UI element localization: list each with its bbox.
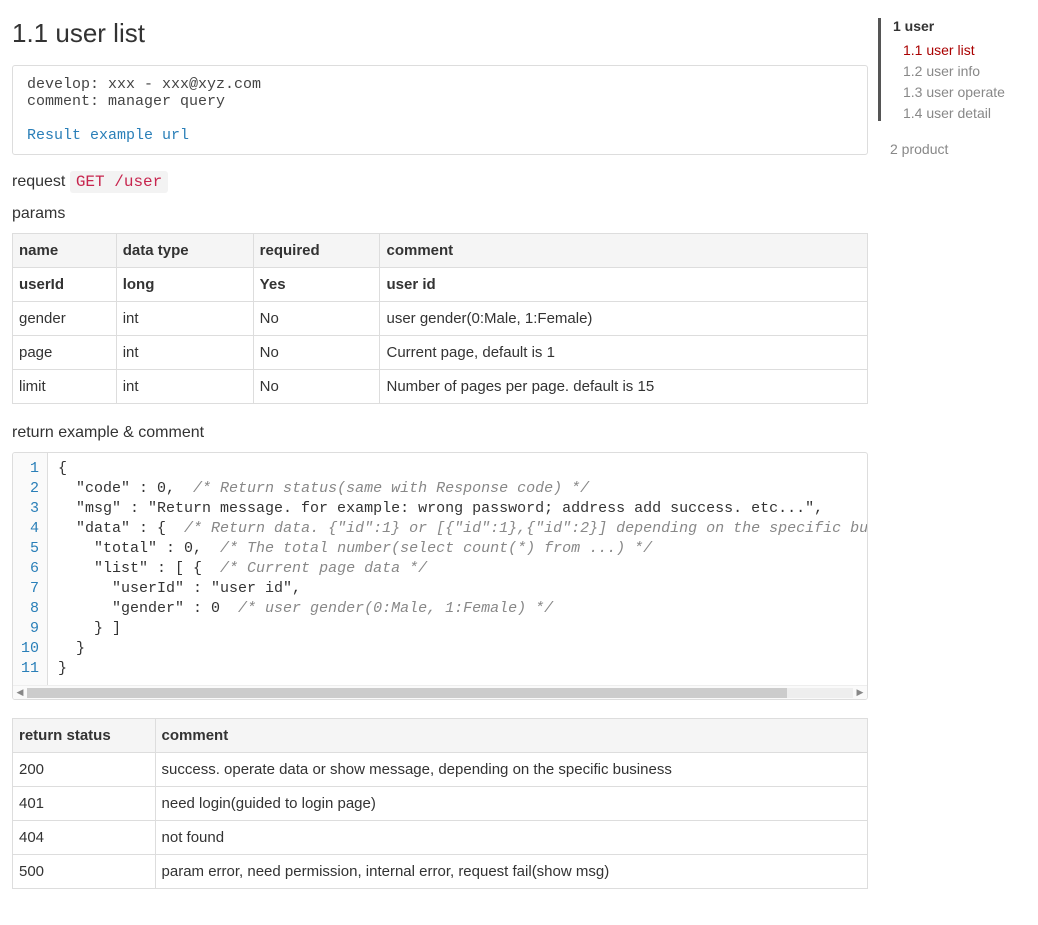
sidebar: 1 user 1.1 user list 1.2 user info 1.3 use… bbox=[878, 0, 1038, 919]
cell: user gender(0:Male, 1:Female) bbox=[380, 302, 868, 336]
code-line: { bbox=[58, 459, 857, 479]
table-row: userIdlongYesuser id bbox=[13, 268, 868, 302]
table-row: limitintNoNumber of pages per page. defa… bbox=[13, 370, 868, 404]
cell: limit bbox=[13, 370, 117, 404]
sidebar-section-user[interactable]: 1 user bbox=[893, 18, 1030, 34]
col-required: required bbox=[253, 234, 380, 268]
code-line: "total" : 0, /* The total number(select … bbox=[58, 539, 857, 559]
sidebar-item[interactable]: 1.1 user list bbox=[903, 42, 1030, 58]
code-line: "userId" : "user id", bbox=[58, 579, 857, 599]
table-row: 404not found bbox=[13, 821, 868, 855]
meta-develop: develop: xxx - xxx@xyz.com bbox=[27, 76, 261, 93]
table-row: 200success. operate data or show message… bbox=[13, 753, 868, 787]
col-status-comment: comment bbox=[155, 719, 867, 753]
code-line: "data" : { /* Return data. {"id":1} or [… bbox=[58, 519, 857, 539]
col-comment: comment bbox=[380, 234, 868, 268]
page-title: 1.1 user list bbox=[12, 18, 868, 49]
table-row: pageintNoCurrent page, default is 1 bbox=[13, 336, 868, 370]
cell: gender bbox=[13, 302, 117, 336]
request-label: request bbox=[12, 173, 65, 190]
scroll-track[interactable] bbox=[27, 688, 853, 698]
table-row: 401need login(guided to login page) bbox=[13, 787, 868, 821]
line-number: 6 bbox=[21, 559, 39, 579]
sidebar-item[interactable]: 1.2 user info bbox=[903, 63, 1030, 79]
cell: No bbox=[253, 370, 380, 404]
code-line: } bbox=[58, 659, 857, 679]
cell: need login(guided to login page) bbox=[155, 787, 867, 821]
line-number: 10 bbox=[21, 639, 39, 659]
line-number: 7 bbox=[21, 579, 39, 599]
code-line: "code" : 0, /* Return status(same with R… bbox=[58, 479, 857, 499]
meta-comment: comment: manager query bbox=[27, 93, 225, 110]
line-number: 5 bbox=[21, 539, 39, 559]
cell: 401 bbox=[13, 787, 156, 821]
cell: user id bbox=[380, 268, 868, 302]
scroll-thumb[interactable] bbox=[27, 688, 787, 698]
col-name: name bbox=[13, 234, 117, 268]
table-row: genderintNouser gender(0:Male, 1:Female) bbox=[13, 302, 868, 336]
cell: not found bbox=[155, 821, 867, 855]
code-block: 1234567891011 { "code" : 0, /* Return st… bbox=[12, 452, 868, 700]
line-number: 4 bbox=[21, 519, 39, 539]
sidebar-section-product[interactable]: 2 product bbox=[890, 141, 1030, 157]
cell: 200 bbox=[13, 753, 156, 787]
cell: Number of pages per page. default is 15 bbox=[380, 370, 868, 404]
horizontal-scrollbar[interactable]: ◀ ▶ bbox=[13, 685, 867, 699]
line-number: 9 bbox=[21, 619, 39, 639]
table-row: 500param error, need permission, interna… bbox=[13, 855, 868, 889]
cell: 500 bbox=[13, 855, 156, 889]
params-label: params bbox=[12, 205, 868, 223]
cell: userId bbox=[13, 268, 117, 302]
line-number: 2 bbox=[21, 479, 39, 499]
status-table: return status comment 200success. operat… bbox=[12, 718, 868, 889]
cell: success. operate data or show message, d… bbox=[155, 753, 867, 787]
sidebar-item[interactable]: 1.4 user detail bbox=[903, 105, 1030, 121]
line-number: 1 bbox=[21, 459, 39, 479]
line-number: 11 bbox=[21, 659, 39, 679]
col-data-type: data type bbox=[116, 234, 253, 268]
cell: long bbox=[116, 268, 253, 302]
cell: Yes bbox=[253, 268, 380, 302]
cell: param error, need permission, internal e… bbox=[155, 855, 867, 889]
cell: Current page, default is 1 bbox=[380, 336, 868, 370]
return-label: return example & comment bbox=[12, 424, 868, 442]
cell: int bbox=[116, 370, 253, 404]
code-line: "list" : [ { /* Current page data */ bbox=[58, 559, 857, 579]
scroll-left-icon[interactable]: ◀ bbox=[13, 687, 27, 698]
cell: No bbox=[253, 302, 380, 336]
cell: int bbox=[116, 302, 253, 336]
request-code: GET /user bbox=[70, 171, 168, 193]
cell: No bbox=[253, 336, 380, 370]
cell: page bbox=[13, 336, 117, 370]
code-line: } bbox=[58, 639, 857, 659]
cell: int bbox=[116, 336, 253, 370]
sidebar-item[interactable]: 1.3 user operate bbox=[903, 84, 1030, 100]
code-line: "gender" : 0 /* user gender(0:Male, 1:Fe… bbox=[58, 599, 857, 619]
code-line: "msg" : "Return message. for example: wr… bbox=[58, 499, 857, 519]
code-line: } ] bbox=[58, 619, 857, 639]
params-table: name data type required comment userIdlo… bbox=[12, 233, 868, 404]
col-return-status: return status bbox=[13, 719, 156, 753]
meta-box: develop: xxx - xxx@xyz.com comment: mana… bbox=[12, 65, 868, 155]
result-example-link[interactable]: Result example url bbox=[27, 127, 189, 144]
line-number: 8 bbox=[21, 599, 39, 619]
line-number: 3 bbox=[21, 499, 39, 519]
request-line: request GET /user bbox=[12, 173, 868, 191]
scroll-right-icon[interactable]: ▶ bbox=[853, 687, 867, 698]
cell: 404 bbox=[13, 821, 156, 855]
